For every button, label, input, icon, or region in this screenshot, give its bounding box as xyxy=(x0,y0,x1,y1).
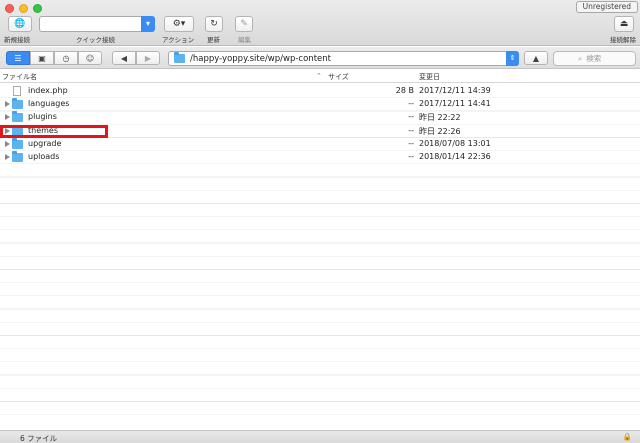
column-header-name[interactable]: ファイル名 xyxy=(2,72,37,82)
close-window-button[interactable] xyxy=(5,4,14,13)
minimize-window-button[interactable] xyxy=(19,4,28,13)
disclosure-triangle-icon[interactable] xyxy=(5,101,10,108)
bonjour-view-button[interactable]: ☺ xyxy=(78,51,102,65)
bonjour-icon: ☺ xyxy=(85,53,95,63)
action-button[interactable]: ⚙▾ xyxy=(164,16,194,32)
column-header-modified[interactable]: 変更日 xyxy=(419,72,440,82)
refresh-icon: ↻ xyxy=(210,19,218,29)
file-size: -- xyxy=(408,151,414,161)
sort-ascending-icon: ⌃ xyxy=(316,72,322,80)
globe-plus-icon: 🌐 xyxy=(14,19,26,29)
folder-icon xyxy=(12,150,23,162)
edit-button[interactable]: ✎ xyxy=(235,16,253,32)
triangle-right-icon: ▶ xyxy=(144,53,152,63)
path-text: /happy-yoppy.site/wp/wp-content xyxy=(190,53,331,64)
outline-icon: ☰ xyxy=(14,53,22,63)
highlight-box xyxy=(0,125,108,138)
toolbar: Unregistered 🌐 新規接続 ▾ クイック接続 ⚙▾ アクション ↻ … xyxy=(0,0,640,46)
file-name: index.php xyxy=(28,86,68,95)
table-row[interactable]: languages -- 2017/12/11 14:41 xyxy=(0,98,640,111)
file-size: -- xyxy=(408,125,414,135)
lock-icon: 🔒 xyxy=(622,432,632,441)
bookmark-icon: ▣ xyxy=(38,53,46,63)
column-header-row: ファイル名 ⌃ サイズ 変更日 xyxy=(0,70,640,83)
document-icon xyxy=(13,86,21,96)
file-modified: 昨日 22:26 xyxy=(419,126,461,136)
disclosure-triangle-icon[interactable] xyxy=(5,153,10,160)
table-row[interactable]: plugins -- 昨日 22:22 xyxy=(0,111,640,124)
file-count: 6 ファイル xyxy=(20,434,58,443)
gear-icon: ⚙▾ xyxy=(172,19,186,29)
folder-icon xyxy=(174,52,185,63)
table-row[interactable]: index.php 28 B 2017/12/11 14:39 xyxy=(0,85,640,98)
table-row[interactable]: upgrade -- 2018/07/08 13:01 xyxy=(0,137,640,151)
file-size: -- xyxy=(408,138,414,148)
refresh-button[interactable]: ↻ xyxy=(205,16,223,32)
folder-icon xyxy=(12,111,23,123)
disconnect-label: 接続解除 xyxy=(610,36,636,44)
path-selector[interactable]: /happy-yoppy.site/wp/wp-content ⇕ xyxy=(168,51,519,66)
unregistered-badge[interactable]: Unregistered xyxy=(575,1,638,13)
file-name: uploads xyxy=(28,151,60,161)
file-size: -- xyxy=(408,112,414,122)
bookmarks-view-button[interactable]: ▣ xyxy=(30,51,54,65)
history-view-button[interactable]: ◷ xyxy=(54,51,78,65)
search-icon: ⌕ xyxy=(578,53,583,63)
action-label: アクション xyxy=(162,36,195,44)
quick-connect-label: クイック接続 xyxy=(76,36,115,44)
disclosure-triangle-icon[interactable] xyxy=(5,140,10,147)
search-placeholder: 検索 xyxy=(586,54,602,63)
table-row[interactable]: uploads -- 2018/01/14 22:36 xyxy=(0,150,640,164)
file-modified: 昨日 22:22 xyxy=(419,113,461,123)
triangle-up-icon: ▲ xyxy=(532,53,540,63)
clock-icon: ◷ xyxy=(62,53,70,63)
navigation-bar: ☰ ▣ ◷ ☺ ◀ ▶ /happy-yoppy.site/wp/wp-cont… xyxy=(0,47,640,69)
file-name: plugins xyxy=(28,112,57,122)
file-modified: 2017/12/11 14:41 xyxy=(419,99,491,109)
folder-icon xyxy=(12,98,23,110)
new-connection-label: 新規接続 xyxy=(4,36,30,44)
folder-icon xyxy=(12,137,23,149)
new-connection-button[interactable]: 🌐 xyxy=(8,16,32,32)
parent-folder-button[interactable]: ▲ xyxy=(524,51,548,65)
back-button[interactable]: ◀ xyxy=(112,51,136,65)
status-bar: 6 ファイル 🔒 xyxy=(0,430,640,443)
edit-label: 編集 xyxy=(238,36,251,44)
zoom-window-button[interactable] xyxy=(33,4,42,13)
column-header-size[interactable]: サイズ xyxy=(328,72,349,82)
updown-arrow-icon[interactable]: ⇕ xyxy=(506,51,519,66)
pencil-icon: ✎ xyxy=(240,19,248,29)
chevron-down-icon[interactable]: ▾ xyxy=(141,16,155,32)
file-modified: 2018/07/08 13:01 xyxy=(419,138,491,148)
quick-connect-combobox[interactable]: ▾ xyxy=(39,16,155,32)
file-modified: 2018/01/14 22:36 xyxy=(419,151,491,161)
eject-icon: ⏏ xyxy=(619,19,629,29)
disconnect-button[interactable]: ⏏ xyxy=(614,16,634,32)
file-modified: 2017/12/11 14:39 xyxy=(419,86,491,95)
refresh-label: 更新 xyxy=(207,36,220,44)
browser-view-button[interactable]: ☰ xyxy=(6,51,30,65)
search-input[interactable]: ⌕ 検索 xyxy=(553,51,636,66)
file-name: upgrade xyxy=(28,138,62,148)
file-size: 28 B xyxy=(395,86,414,95)
forward-button[interactable]: ▶ xyxy=(136,51,160,65)
triangle-left-icon: ◀ xyxy=(120,53,128,63)
file-name: languages xyxy=(28,99,70,109)
disclosure-triangle-icon[interactable] xyxy=(5,114,10,121)
file-size: -- xyxy=(408,99,414,109)
